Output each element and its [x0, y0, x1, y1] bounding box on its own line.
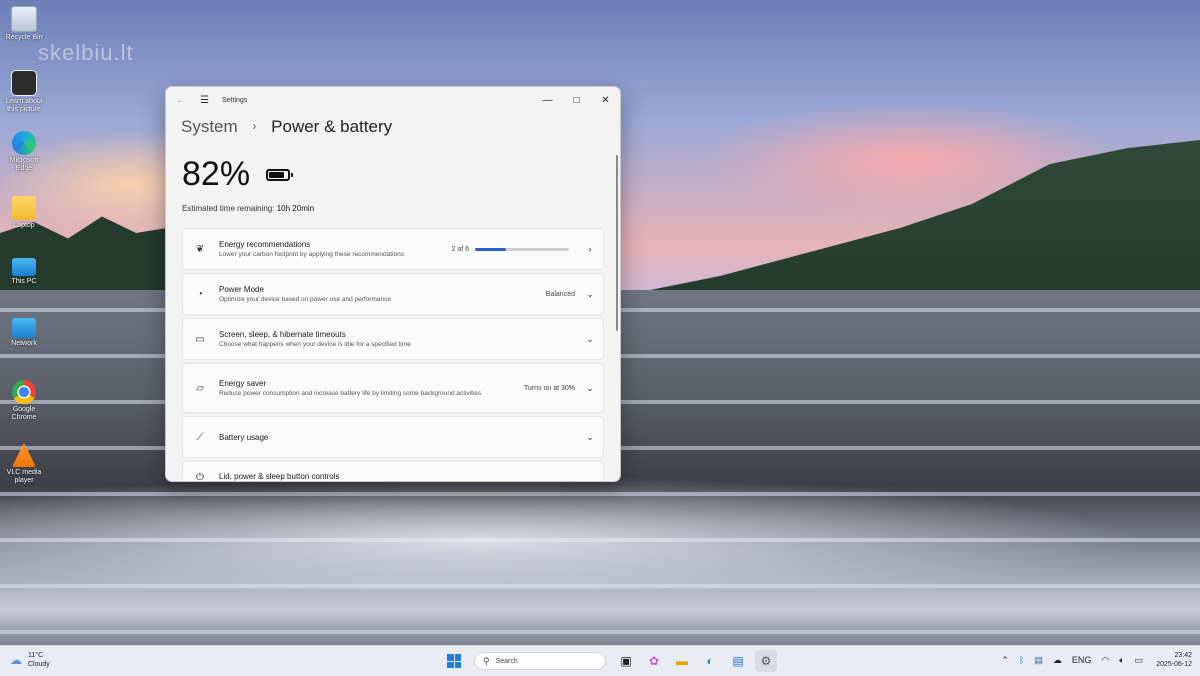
chevron-right-icon: › — [252, 119, 257, 133]
search-placeholder: Search — [495, 657, 518, 665]
chevron-down-icon: ⌄ — [586, 288, 594, 299]
bluetooth-icon[interactable]: ᛒ — [1019, 655, 1024, 665]
clock-date: 2025-06-12 — [1156, 661, 1192, 668]
card-subtitle: Lower your carbon footprint by applying … — [219, 250, 404, 258]
card-title: Battery usage — [219, 432, 269, 442]
card-battery-usage[interactable]: ⟋ Battery usage ⌄ — [182, 416, 604, 458]
language-indicator[interactable]: ENG — [1072, 655, 1092, 665]
edge-taskbar-icon[interactable]: ◐ — [699, 650, 721, 672]
settings-taskbar-icon[interactable]: ⚙ — [755, 650, 777, 672]
chrome-icon — [12, 380, 36, 404]
desktop-icon-edge[interactable]: Microsoft Edge — [2, 131, 46, 173]
estimated-time-label: Estimated time remaining: — [182, 204, 275, 213]
page-title: Power & battery — [271, 117, 393, 136]
card-energy-saver[interactable]: ▱ Energy saver Reduce power consumption … — [182, 363, 604, 413]
card-title: Screen, sleep, & hibernate timeouts — [219, 329, 346, 339]
hamburger-menu-icon[interactable]: ☰ — [200, 95, 210, 106]
minimize-icon[interactable]: — — [533, 95, 562, 106]
system-tray: ⌃ ᛒ ▤ ☁ ENG ◠ 🔈︎ ▭ 23:42 2025-06-12 — [996, 651, 1192, 669]
scrollbar[interactable] — [616, 155, 618, 331]
taskbar-search[interactable]: ⚲ Search — [474, 652, 606, 670]
card-subtitle: Reduce power consumption and increase ba… — [219, 389, 482, 397]
back-arrow-icon[interactable]: ← — [176, 95, 188, 106]
chart-icon: ⟋ — [196, 431, 204, 443]
recycle-bin-icon — [11, 6, 37, 32]
settings-window: ← ☰ Settings — □ ✕ System › Power & batt… — [165, 86, 621, 482]
desktop-icon-vlc[interactable]: VLC media player — [2, 443, 46, 485]
search-icon: ⚲ — [483, 655, 490, 666]
learn-picture-icon — [11, 70, 37, 96]
maximize-icon[interactable]: □ — [562, 95, 591, 106]
weather-widget[interactable]: ☁ 11°C Cloudy — [10, 651, 50, 669]
desktop-icon-recycle-bin[interactable]: Recycle Bin — [2, 6, 46, 42]
card-title: Power Mode — [219, 284, 264, 294]
store-icon[interactable]: ▤ — [727, 650, 749, 672]
battery-icon — [266, 169, 293, 181]
card-title: Energy saver — [219, 378, 267, 388]
cloud-sync-icon[interactable]: ☁ — [1053, 655, 1062, 666]
start-button[interactable] — [443, 650, 465, 672]
volume-icon[interactable]: 🔈︎ — [1119, 655, 1124, 666]
title-bar[interactable]: ← ☰ Settings — □ ✕ — [166, 87, 620, 113]
estimated-time: Estimated time remaining: 10h 20min — [182, 204, 314, 213]
leaf-icon: ❦ — [195, 243, 205, 255]
energy-saver-threshold: Turns on at 30% — [523, 384, 575, 392]
gauge-icon: ◔ — [196, 288, 204, 300]
desktop-icon-laptop-folder[interactable]: Laptop — [2, 196, 46, 230]
screen-sleep-icon: ▭ — [195, 333, 205, 345]
power-button-icon: ⏻ — [196, 472, 204, 482]
window-title: Settings — [222, 96, 248, 104]
card-lid-power-buttons[interactable]: ⏻ Lid, power & sleep button controls — [182, 461, 604, 482]
battery-tray-icon[interactable]: ▭ — [1135, 655, 1144, 666]
card-power-mode[interactable]: ◔ Power Mode Optimize your device based … — [182, 273, 604, 315]
card-subtitle: Optimize your device based on power use … — [219, 295, 391, 303]
close-icon[interactable]: ✕ — [591, 95, 620, 106]
desktop-icon-network[interactable]: Network — [2, 318, 46, 348]
card-subtitle: Choose what happens when your device is … — [219, 340, 411, 348]
clock-time: 23:42 — [1174, 652, 1192, 659]
this-pc-icon — [12, 258, 36, 276]
clock[interactable]: 23:42 2025-06-12 — [1156, 651, 1192, 669]
breadcrumb: System › Power & battery — [181, 117, 392, 137]
recommendations-progress — [475, 247, 569, 251]
folder-icon — [12, 196, 36, 220]
windows-logo-icon — [447, 654, 461, 668]
task-view-icon[interactable]: ▣ — [615, 650, 637, 672]
recommendations-count: 2 of 6 — [451, 245, 469, 253]
network-icon — [12, 318, 36, 338]
desktop-icon-this-pc[interactable]: This PC — [2, 258, 46, 286]
file-explorer-icon[interactable]: ▬ — [671, 650, 693, 672]
estimated-time-value: 10h 20min — [276, 204, 315, 213]
chevron-down-icon: ⌄ — [586, 431, 594, 442]
card-title: Lid, power & sleep button controls — [219, 472, 340, 481]
desktop-icon-learn-picture[interactable]: Learn about this picture — [2, 70, 46, 114]
power-mode-dropdown[interactable]: Balanced — [546, 291, 575, 298]
card-title: Energy recommendations — [219, 239, 311, 249]
recommendations-progress-fill — [475, 247, 507, 251]
card-energy-recommendations[interactable]: ❦ Energy recommendations Lower your carb… — [182, 228, 604, 270]
card-screen-sleep-timeouts[interactable]: ▭ Screen, sleep, & hibernate timeouts Ch… — [182, 318, 604, 360]
power-mode-value: Balanced — [545, 290, 575, 298]
wifi-icon[interactable]: ◠ — [1101, 655, 1109, 666]
weather-description: Cloudy — [28, 661, 50, 668]
edge-icon — [12, 131, 36, 155]
desktop-icon-chrome[interactable]: Google Chrome — [2, 380, 46, 422]
vlc-icon — [12, 443, 36, 467]
watermark: skelbiu.lt — [38, 40, 134, 65]
breadcrumb-system[interactable]: System — [181, 117, 238, 136]
cloud-icon: ☁ — [10, 652, 22, 667]
copilot-icon[interactable]: ✿ — [643, 650, 665, 672]
chevron-down-icon: ⌄ — [586, 333, 594, 344]
weather-temperature: 11°C — [28, 652, 44, 659]
chevron-up-icon[interactable]: ⌃ — [1001, 655, 1009, 666]
energy-saver-icon: ▱ — [196, 382, 204, 394]
taskbar: ☁ 11°C Cloudy ⚲ Search ▣ ✿ ▬ ◐ ▤ ⚙ ⌃ ᛒ ▤… — [0, 645, 1200, 676]
word-icon[interactable]: ▤ — [1034, 655, 1043, 666]
chevron-right-icon: › — [588, 244, 592, 254]
battery-percentage: 82% — [182, 155, 251, 193]
battery-level-fill — [269, 172, 284, 178]
chevron-down-icon: ⌄ — [586, 382, 594, 393]
